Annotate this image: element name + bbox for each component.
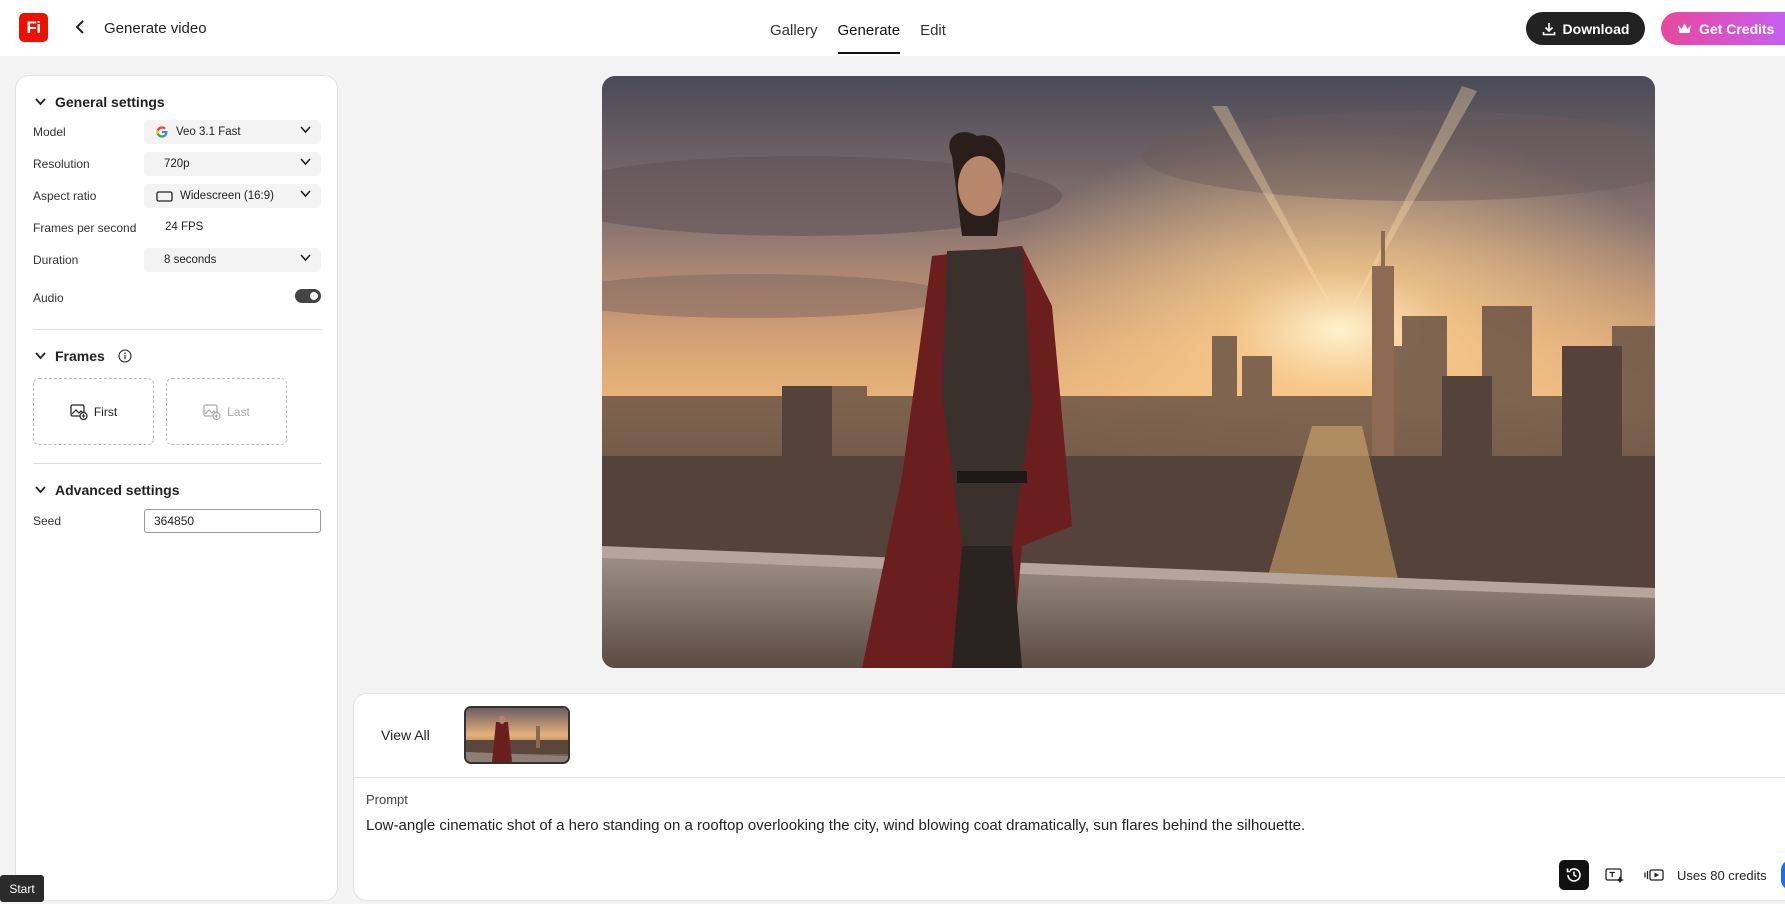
generated-video-thumbnail[interactable] bbox=[464, 706, 570, 764]
main-tabs: Gallery Generate Edit bbox=[760, 0, 956, 56]
resolution-label: Resolution bbox=[33, 157, 90, 171]
credits-cost: Uses 80 credits bbox=[1677, 868, 1767, 883]
add-image-icon bbox=[203, 403, 221, 420]
general-settings-header[interactable]: General settings bbox=[35, 94, 165, 110]
chevron-down-icon bbox=[35, 486, 46, 494]
google-icon bbox=[156, 126, 168, 138]
seed-input[interactable] bbox=[144, 509, 321, 533]
download-button[interactable]: Download bbox=[1526, 12, 1645, 45]
get-credits-label: Get Credits bbox=[1699, 20, 1775, 37]
last-frame-label: Last bbox=[227, 404, 250, 419]
aspect-ratio-label: Aspect ratio bbox=[33, 189, 97, 203]
resolution-dropdown[interactable]: 720p bbox=[144, 152, 321, 176]
chevron-down-icon bbox=[300, 158, 311, 166]
video-settings-button[interactable] bbox=[1639, 860, 1669, 890]
aspect-ratio-dropdown[interactable]: Widescreen (16:9) bbox=[144, 184, 321, 208]
chevron-down-icon bbox=[35, 98, 46, 106]
model-label: Model bbox=[33, 125, 66, 139]
chevron-down-icon bbox=[300, 254, 311, 262]
generation-area: View All Prompt Low-angle cinematic shot… bbox=[353, 693, 1785, 901]
app-logo[interactable]: Fi bbox=[19, 13, 48, 42]
first-frame-upload[interactable]: First bbox=[33, 378, 154, 445]
crown-icon bbox=[1678, 23, 1691, 33]
widescreen-icon bbox=[156, 190, 173, 202]
advanced-settings-title: Advanced settings bbox=[55, 482, 180, 498]
divider bbox=[33, 329, 321, 330]
divider bbox=[354, 777, 1785, 778]
fps-label: Frames per second bbox=[33, 221, 137, 235]
history-icon bbox=[1566, 868, 1581, 882]
thumbnail-image bbox=[466, 708, 568, 762]
duration-label: Duration bbox=[33, 253, 79, 267]
audio-toggle[interactable] bbox=[295, 289, 321, 303]
last-frame-upload[interactable]: Last bbox=[166, 378, 287, 445]
view-all-link[interactable]: View All bbox=[381, 727, 430, 743]
general-settings-title: General settings bbox=[55, 94, 165, 110]
chevron-left-icon bbox=[75, 20, 84, 34]
audio-label: Audio bbox=[33, 291, 64, 305]
tab-edit[interactable]: Edit bbox=[910, 0, 956, 56]
advanced-settings-header[interactable]: Advanced settings bbox=[35, 482, 179, 498]
frames-header[interactable]: Frames bbox=[35, 348, 132, 364]
model-value: Veo 3.1 Fast bbox=[176, 126, 241, 138]
tab-generate[interactable]: Generate bbox=[828, 0, 911, 56]
fps-value: 24 FPS bbox=[165, 221, 204, 233]
aspect-ratio-value: Widescreen (16:9) bbox=[180, 190, 274, 202]
chevron-down-icon bbox=[300, 190, 311, 198]
duration-dropdown[interactable]: 8 seconds bbox=[144, 248, 321, 272]
prompt-input[interactable]: Low-angle cinematic shot of a hero stand… bbox=[366, 817, 1305, 834]
duration-value: 8 seconds bbox=[164, 254, 217, 266]
back-button[interactable] bbox=[70, 17, 90, 37]
frames-title: Frames bbox=[55, 348, 105, 364]
prompt-label: Prompt bbox=[366, 792, 408, 807]
text-image-icon bbox=[1605, 868, 1624, 883]
download-icon bbox=[1542, 22, 1555, 35]
video-frames-icon bbox=[1644, 869, 1664, 881]
first-frame-label: First bbox=[93, 404, 118, 419]
video-preview[interactable] bbox=[602, 76, 1655, 668]
download-label: Download bbox=[1562, 20, 1630, 37]
chevron-down-icon bbox=[300, 126, 311, 134]
start-tooltip: Start bbox=[0, 875, 44, 902]
add-image-icon bbox=[70, 403, 88, 420]
preview-image bbox=[602, 76, 1655, 668]
generate-button[interactable] bbox=[1781, 860, 1785, 890]
chevron-down-icon bbox=[35, 352, 46, 360]
settings-panel: General settings Model Veo 3.1 Fast Reso… bbox=[15, 75, 338, 901]
history-button[interactable] bbox=[1559, 860, 1589, 890]
info-icon[interactable] bbox=[118, 349, 132, 363]
resolution-value: 720p bbox=[164, 158, 190, 170]
seed-label: Seed bbox=[33, 514, 62, 528]
divider bbox=[33, 463, 321, 464]
get-credits-button[interactable]: Get Credits bbox=[1661, 12, 1785, 45]
tab-gallery[interactable]: Gallery bbox=[760, 0, 828, 56]
text-settings-button[interactable] bbox=[1600, 860, 1630, 890]
page-title: Generate video bbox=[104, 20, 207, 37]
model-dropdown[interactable]: Veo 3.1 Fast bbox=[144, 120, 321, 144]
top-bar: Fi Generate video Gallery Generate Edit … bbox=[0, 0, 1785, 56]
